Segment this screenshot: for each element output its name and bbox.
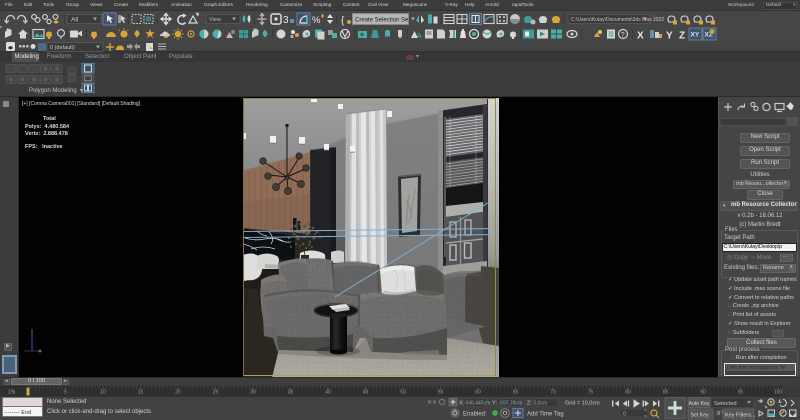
svg-text:85: 85 [663, 390, 669, 396]
svg-text:25: 25 [213, 390, 219, 396]
svg-text:30: 30 [250, 390, 256, 396]
svg-text:20: 20 [175, 390, 181, 396]
svg-text:65: 65 [513, 390, 519, 396]
svg-text:646,445cm: 646,445cm [466, 401, 491, 407]
svg-text:%: % [312, 15, 321, 26]
svg-text:40: 40 [325, 390, 331, 396]
svg-text:-697,78cm: -697,78cm [499, 401, 523, 407]
svg-text:60: 60 [475, 390, 481, 396]
svg-text:Auto Key: Auto Key [689, 401, 710, 407]
svg-text:95: 95 [738, 390, 744, 396]
svg-text:XY: XY [691, 32, 700, 39]
svg-text:Key Filters...: Key Filters... [725, 413, 756, 419]
svg-text:70: 70 [550, 390, 556, 396]
svg-text:Create Selection Se: Create Selection Se [355, 18, 409, 24]
svg-text:100: 100 [774, 390, 783, 396]
svg-text:Y:: Y: [492, 401, 497, 407]
svg-text:1%: 1% [8, 390, 16, 396]
svg-text:Z:: Z: [527, 401, 532, 407]
svg-text:80: 80 [625, 390, 631, 396]
svg-text:3: 3 [283, 15, 289, 26]
svg-text:Selected: Selected [714, 401, 737, 407]
svg-text:{: { [341, 16, 345, 27]
svg-text:Grid = 10,0cm: Grid = 10,0cm [565, 401, 600, 407]
svg-text:Add Time Tag: Add Time Tag [527, 412, 564, 418]
svg-text:Enabled:: Enabled: [463, 412, 487, 418]
svg-text:45: 45 [363, 390, 369, 396]
svg-text:View: View [209, 17, 221, 23]
svg-text:0 (default): 0 (default) [50, 45, 75, 51]
svg-text:10: 10 [100, 390, 106, 396]
svg-text:90: 90 [700, 390, 706, 396]
svg-text:0: 0 [623, 411, 626, 417]
svg-text:X: X [637, 31, 644, 42]
svg-text:55: 55 [438, 390, 444, 396]
svg-text:50: 50 [400, 390, 406, 396]
svg-text:?: ? [621, 32, 625, 39]
svg-text:0,0cm: 0,0cm [534, 401, 548, 407]
svg-text:C:\Users\Kutay\Documents\3ds M: C:\Users\Kutay\Documents\3ds Max 2022 [571, 17, 664, 23]
svg-text:All: All [71, 17, 79, 24]
svg-text:75: 75 [588, 390, 594, 396]
svg-text:A: A [417, 33, 422, 40]
svg-text:15: 15 [138, 390, 144, 396]
svg-text:Z: Z [679, 31, 685, 42]
svg-text:5: 5 [64, 390, 67, 396]
svg-text:Set Key: Set Key [691, 412, 710, 418]
svg-text:Y: Y [666, 31, 673, 42]
svg-text:35: 35 [288, 390, 294, 396]
